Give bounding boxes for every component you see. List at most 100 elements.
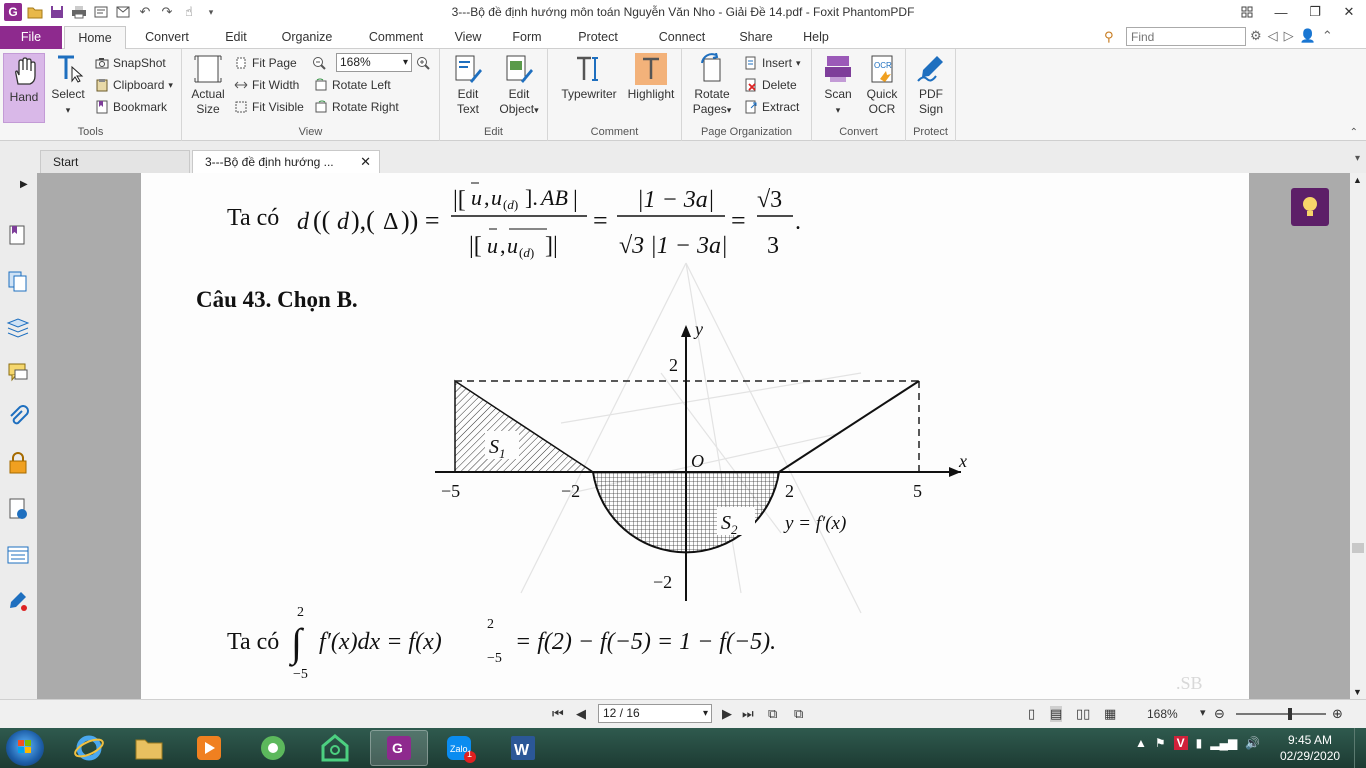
continuous-facing-view-icon[interactable]: ▦ xyxy=(1104,706,1116,722)
restore-button[interactable]: ❐ xyxy=(1298,0,1332,24)
tab-form[interactable]: Form xyxy=(504,26,550,49)
tab-share[interactable]: Share xyxy=(734,26,778,49)
vertical-scrollbar[interactable]: ▲ ▼ xyxy=(1350,173,1366,699)
scan-dropdown-icon[interactable]: ▾ xyxy=(836,105,841,115)
tab-help[interactable]: Help xyxy=(796,26,836,49)
actual-size-button[interactable]: Actual Size xyxy=(188,53,228,117)
tab-edit[interactable]: Edit xyxy=(214,26,258,49)
scan-button[interactable]: Scan ▾ xyxy=(818,53,858,118)
scrollbar-thumb[interactable] xyxy=(1352,543,1364,553)
extract-page-button[interactable]: Extract xyxy=(744,97,799,117)
taskbar-zalo[interactable]: Zalo 1 xyxy=(432,730,490,766)
expand-panel-icon[interactable]: ▶ xyxy=(20,179,28,190)
taskbar-media-player[interactable] xyxy=(180,730,238,766)
typewriter-button[interactable]: Typewriter xyxy=(558,53,620,102)
layers-panel-icon[interactable] xyxy=(6,315,30,339)
next-view-icon[interactable]: ⧉ xyxy=(794,706,803,722)
tab-view[interactable]: View xyxy=(446,26,490,49)
last-page-icon[interactable]: ⏭ xyxy=(742,706,754,722)
previous-result-icon[interactable]: ◁ xyxy=(1268,28,1278,44)
tab-home[interactable]: Home xyxy=(64,26,126,50)
find-options-icon[interactable]: ⚲ xyxy=(1104,29,1114,45)
edit-object-button[interactable]: Edit Object▾ xyxy=(494,53,544,118)
rotate-left-button[interactable]: Rotate Left xyxy=(314,75,391,95)
close-button[interactable]: ✕ xyxy=(1332,0,1366,24)
status-zoom-out-icon[interactable]: ⊖ xyxy=(1214,706,1225,722)
edit-object-dropdown-icon[interactable]: ▾ xyxy=(534,105,539,115)
select-tool-button[interactable]: Select ▾ xyxy=(48,53,88,118)
zoom-slider[interactable] xyxy=(1236,708,1326,720)
tab-current-document[interactable]: 3---Bộ đề định hướng ... ✕ xyxy=(192,150,380,173)
pages-panel-icon[interactable] xyxy=(6,269,30,293)
insert-page-button[interactable]: Insert ▾ xyxy=(744,53,801,73)
rotate-pages-button[interactable]: Rotate Pages▾ xyxy=(688,53,736,118)
show-desktop-button[interactable] xyxy=(1354,728,1366,768)
bookmarks-panel-icon[interactable] xyxy=(6,223,30,247)
document-view[interactable]: .SB Ta có d (( d ),( Δ )) = |[ u , u (d)… xyxy=(37,173,1350,699)
taskbar-coccoc-browser[interactable] xyxy=(244,730,302,766)
first-page-icon[interactable]: ⏮ xyxy=(552,706,564,722)
zoom-menu-icon[interactable]: ▾ xyxy=(1200,706,1206,719)
taskbar-internet-explorer[interactable] xyxy=(60,730,118,766)
scroll-down-icon[interactable]: ▼ xyxy=(1353,687,1362,697)
bookmark-button[interactable]: Bookmark xyxy=(95,97,167,117)
minimize-button[interactable]: — xyxy=(1264,0,1298,24)
rotate-right-button[interactable]: Rotate Right xyxy=(314,97,399,117)
page-number-input[interactable]: 12 / 16 xyxy=(598,704,712,723)
status-zoom-in-icon[interactable]: ⊕ xyxy=(1332,706,1343,722)
tab-protect[interactable]: Protect xyxy=(568,26,628,49)
taskbar-word[interactable]: W xyxy=(494,730,552,766)
content-panel-icon[interactable] xyxy=(6,543,30,567)
tray-network-icon[interactable]: ▮ xyxy=(1196,736,1203,750)
facing-view-icon[interactable]: ▯▯ xyxy=(1076,706,1090,722)
tray-flag-icon[interactable]: ⚑ xyxy=(1155,736,1166,750)
taskbar-foxit-pdf[interactable]: G xyxy=(370,730,428,766)
clipboard-button[interactable]: Clipboard ▾ xyxy=(95,75,173,95)
tab-start[interactable]: Start xyxy=(40,150,190,173)
zoom-level-select[interactable]: 168% xyxy=(336,53,412,72)
attachments-panel-icon[interactable] xyxy=(6,405,30,429)
tips-button[interactable] xyxy=(1291,188,1329,226)
fit-visible-button[interactable]: Fit Visible xyxy=(234,97,304,117)
tray-volume-icon[interactable]: 🔊 xyxy=(1245,736,1260,750)
tab-file[interactable]: File xyxy=(0,26,62,49)
comments-panel-icon[interactable] xyxy=(6,361,30,385)
tab-list-icon[interactable]: ▾ xyxy=(1355,153,1360,164)
tray-signal-icon[interactable]: ▂▄▆ xyxy=(1210,736,1237,750)
account-icon[interactable]: 👤 xyxy=(1300,28,1316,44)
system-clock[interactable]: 9:45 AM 02/29/2020 xyxy=(1280,732,1340,764)
fit-width-button[interactable]: Fit Width xyxy=(234,75,299,95)
rotate-pages-dropdown-icon[interactable]: ▾ xyxy=(727,105,732,115)
find-input[interactable] xyxy=(1126,27,1246,46)
edit-text-button[interactable]: Edit Text xyxy=(446,53,490,117)
highlight-button[interactable]: Highlight xyxy=(624,53,678,102)
ribbon-collapse-arrow-icon[interactable]: ⌃ xyxy=(1350,127,1358,138)
clipboard-dropdown-icon[interactable]: ▾ xyxy=(168,75,173,95)
previous-view-icon[interactable]: ⧉ xyxy=(768,706,777,722)
security-panel-icon[interactable] xyxy=(6,451,30,475)
pdf-sign-button[interactable]: PDF Sign xyxy=(911,53,951,117)
zoom-out-button[interactable] xyxy=(312,53,326,73)
zoom-slider-thumb[interactable] xyxy=(1288,708,1292,720)
status-zoom-level[interactable]: 168% xyxy=(1147,707,1178,721)
delete-page-button[interactable]: Delete xyxy=(744,75,797,95)
zoom-in-button[interactable] xyxy=(416,53,430,73)
quick-ocr-button[interactable]: OCR Quick OCR xyxy=(862,53,902,117)
previous-page-icon[interactable]: ◀ xyxy=(576,706,586,722)
tray-expand-icon[interactable]: ▲ xyxy=(1135,736,1147,750)
select-dropdown-icon[interactable]: ▾ xyxy=(66,105,71,115)
next-result-icon[interactable]: ▷ xyxy=(1284,28,1294,44)
signature-panel-icon[interactable] xyxy=(6,589,30,613)
tab-comment[interactable]: Comment xyxy=(360,26,432,49)
fit-page-button[interactable]: Fit Page xyxy=(234,53,297,73)
tab-connect[interactable]: Connect xyxy=(650,26,714,49)
close-tab-icon[interactable]: ✕ xyxy=(360,151,371,173)
ribbon-toggle-icon[interactable] xyxy=(1230,0,1264,24)
tray-v-icon[interactable]: V xyxy=(1173,736,1188,750)
next-page-icon[interactable]: ▶ xyxy=(722,706,732,722)
tab-organize[interactable]: Organize xyxy=(272,26,342,49)
snapshot-button[interactable]: SnapShot xyxy=(95,53,166,73)
tab-convert[interactable]: Convert xyxy=(134,26,200,49)
hand-tool-button[interactable]: Hand xyxy=(3,53,45,123)
ribbon-collapse-icon[interactable]: ⌃ xyxy=(1322,28,1333,44)
